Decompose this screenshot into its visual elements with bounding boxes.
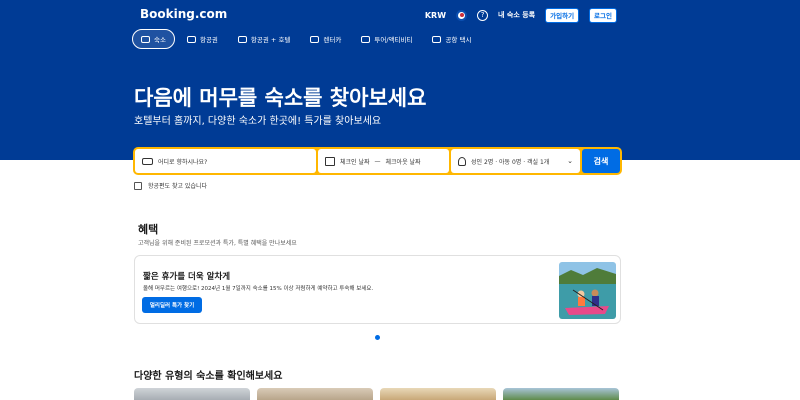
promo-card[interactable]: 짧은 휴가를 더욱 알차게 올해 머무르는 여행으로! 2024년 1월 7일까… bbox=[134, 255, 621, 324]
tab-label: 숙소 bbox=[154, 36, 166, 44]
nav-tabs: 숙소 항공권 항공권 + 호텔 렌터카 투어/액티비티 공항 택시 bbox=[132, 29, 479, 49]
property-type-thumb[interactable] bbox=[380, 388, 496, 400]
tab-label: 투어/액티비티 bbox=[374, 36, 413, 44]
flights-checkbox-row[interactable]: 항공편도 찾고 있습니다 bbox=[134, 181, 207, 190]
carousel-indicator[interactable] bbox=[375, 335, 380, 340]
calendar-icon bbox=[325, 156, 335, 166]
flights-checkbox-label: 항공편도 찾고 있습니다 bbox=[148, 183, 208, 190]
tab-label: 렌터카 bbox=[323, 36, 342, 44]
chevron-down-icon: ⌄ bbox=[567, 157, 573, 165]
date-picker[interactable]: 체크인 날짜 — 체크아웃 날짜 bbox=[318, 149, 449, 173]
person-icon bbox=[458, 156, 466, 166]
list-property-link[interactable]: 내 숙소 등록 bbox=[498, 10, 535, 20]
booking-logo[interactable]: Booking.com bbox=[140, 7, 227, 21]
tab-attractions[interactable]: 투어/액티비티 bbox=[353, 29, 420, 49]
promo-description: 올해 머무르는 여행으로! 2024년 1월 7일까지 숙소를 15% 이상 저… bbox=[143, 286, 374, 292]
offers-title: 혜택 bbox=[138, 223, 159, 236]
checkin-date: 체크인 날짜 bbox=[340, 158, 370, 166]
tab-flight-hotel[interactable]: 항공권 + 호텔 bbox=[230, 29, 298, 49]
guests-summary: 성인 2명 · 아동 0명 · 객실 1개 bbox=[471, 158, 550, 166]
property-type-thumb[interactable] bbox=[503, 388, 619, 400]
guests-group: 성인 2명 · 아동 0명 · 객실 1개 bbox=[458, 156, 550, 166]
property-type-thumb[interactable] bbox=[134, 388, 250, 400]
hero-title: 다음에 머무를 숙소를 찾아보세요 bbox=[134, 86, 427, 110]
promo-button[interactable]: 얼리딜러 특가 찾기 bbox=[142, 297, 202, 313]
attraction-icon bbox=[361, 35, 371, 43]
offers-subtitle: 고객님을 위해 준비된 프로모션과 특가, 특별 혜택을 만나보세요 bbox=[138, 240, 297, 247]
question-circle-icon[interactable]: ? bbox=[477, 9, 489, 21]
hero-subtitle: 호텔부터 홈까지, 다양한 숙소가 한곳에! 특가를 찾아보세요 bbox=[134, 116, 382, 127]
guests-selector[interactable]: 성인 2명 · 아동 0명 · 객실 1개 ⌄ bbox=[451, 149, 580, 173]
hero-banner: Booking.com KRW ? 내 숙소 등록 가입하기 로그인 숙소 항공… bbox=[0, 0, 800, 160]
destination-placeholder: 어디로 향하시나요? bbox=[158, 158, 208, 166]
flights-checkbox[interactable] bbox=[134, 181, 142, 190]
currency-selector[interactable]: KRW bbox=[425, 11, 446, 20]
property-types-title: 다양한 유형의 숙소를 확인해보세요 bbox=[134, 371, 283, 382]
search-bar: 어디로 향하시나요? 체크인 날짜 — 체크아웃 날짜 성인 2명 · 아동 0… bbox=[133, 147, 622, 175]
bed-icon bbox=[141, 35, 150, 43]
destination-input[interactable]: 어디로 향하시나요? bbox=[135, 149, 316, 173]
tab-flights[interactable]: 항공권 bbox=[179, 29, 226, 49]
checkout-date: 체크아웃 날짜 bbox=[385, 158, 421, 166]
tab-label: 항공권 + 호텔 bbox=[250, 36, 291, 44]
bed-icon bbox=[142, 157, 153, 165]
top-header: Booking.com KRW ? 내 숙소 등록 가입하기 로그인 bbox=[0, 0, 800, 30]
tab-airport-taxi[interactable]: 공항 택시 bbox=[424, 29, 479, 49]
plane-hotel-icon bbox=[237, 35, 247, 43]
tab-car-rental[interactable]: 렌터카 bbox=[302, 29, 349, 49]
date-separator: — bbox=[374, 157, 381, 165]
promo-image bbox=[559, 262, 616, 319]
property-type-thumb[interactable] bbox=[257, 388, 373, 400]
header-actions: KRW ? 내 숙소 등록 가입하기 로그인 bbox=[425, 7, 617, 23]
search-button[interactable]: 검색 bbox=[582, 149, 620, 173]
tab-label: 항공권 bbox=[199, 36, 218, 44]
flag-dot bbox=[459, 13, 464, 17]
taxi-icon bbox=[432, 35, 442, 43]
tab-stays[interactable]: 숙소 bbox=[132, 29, 175, 49]
property-types-row bbox=[134, 388, 619, 400]
promo-title: 짧은 휴가를 더욱 알차게 bbox=[143, 272, 231, 282]
language-flag-icon[interactable] bbox=[456, 9, 468, 21]
register-button[interactable]: 가입하기 bbox=[545, 7, 580, 23]
plane-icon bbox=[186, 35, 196, 43]
car-icon bbox=[310, 35, 320, 43]
kayak-photo bbox=[559, 262, 616, 319]
signin-button[interactable]: 로그인 bbox=[589, 7, 617, 23]
tab-label: 공항 택시 bbox=[445, 36, 472, 44]
